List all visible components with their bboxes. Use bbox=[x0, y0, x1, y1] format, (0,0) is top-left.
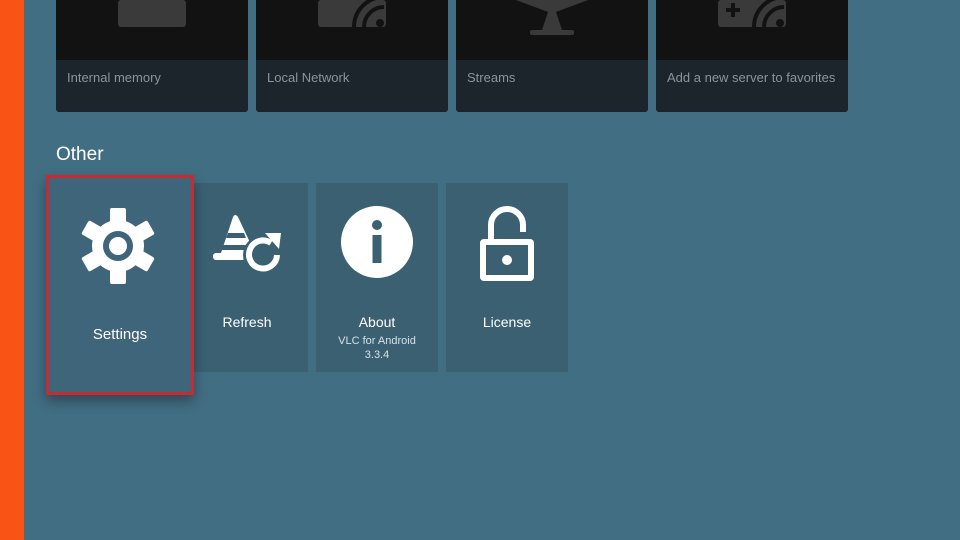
card-label: Add a new server to favorites bbox=[667, 70, 836, 85]
accent-sidebar-bar bbox=[0, 0, 24, 540]
tile-title: Refresh bbox=[222, 314, 272, 330]
card-label: Local Network bbox=[267, 70, 350, 85]
add-server-icon bbox=[656, 0, 848, 60]
folder-icon bbox=[56, 0, 248, 60]
about-tile[interactable]: About VLC for Android 3.3.4 bbox=[316, 183, 438, 372]
info-icon bbox=[341, 206, 413, 278]
network-folder-icon bbox=[256, 0, 448, 60]
add-server-card[interactable]: Add a new server to favorites bbox=[656, 0, 848, 112]
tile-title: Settings bbox=[92, 326, 148, 343]
internal-memory-card[interactable]: Internal memory bbox=[56, 0, 248, 112]
gear-icon bbox=[81, 208, 155, 284]
card-label: Streams bbox=[467, 70, 516, 85]
tile-title: License bbox=[482, 314, 532, 330]
settings-tile[interactable]: Settings bbox=[46, 175, 194, 395]
license-tile[interactable]: License bbox=[446, 183, 568, 372]
refresh-icon bbox=[213, 215, 283, 275]
local-network-card[interactable]: Local Network bbox=[256, 0, 448, 112]
lock-icon bbox=[480, 206, 534, 281]
antenna-icon bbox=[456, 0, 648, 60]
tile-title: About bbox=[358, 314, 396, 330]
streams-card[interactable]: Streams bbox=[456, 0, 648, 112]
card-label: Internal memory bbox=[67, 70, 161, 85]
version-number: 3.3.4 bbox=[364, 349, 390, 361]
refresh-tile[interactable]: Refresh bbox=[186, 183, 308, 372]
about-subtitle: VLC for Android bbox=[338, 335, 416, 347]
section-title-other: Other bbox=[56, 144, 104, 165]
